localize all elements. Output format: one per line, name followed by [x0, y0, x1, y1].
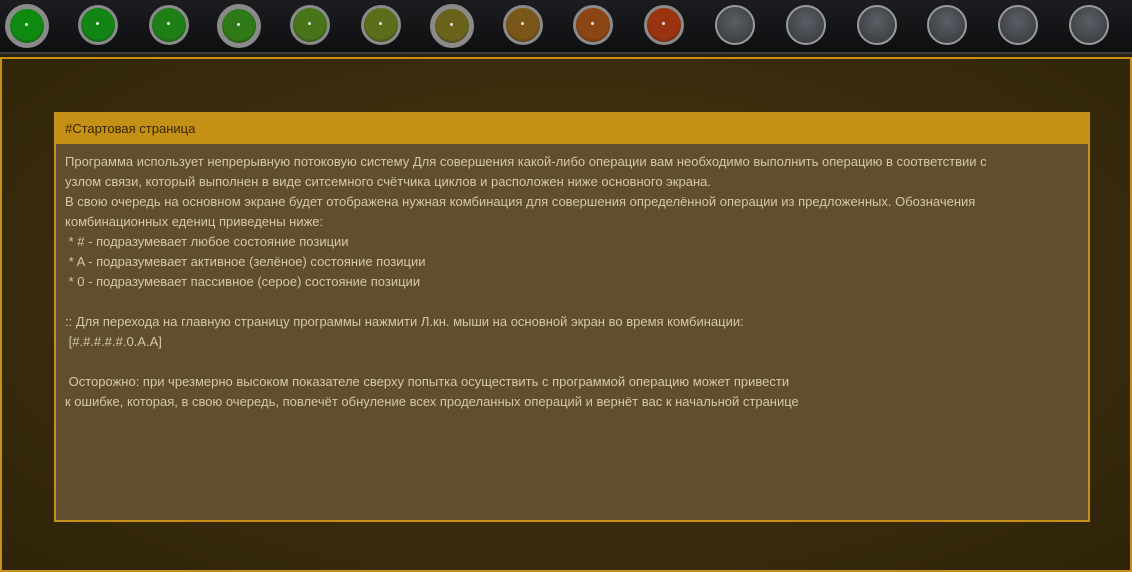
- led-5-indicator: [290, 5, 331, 45]
- body-line: Программа использует непрерывную потоков…: [65, 154, 987, 169]
- led-10-indicator: [644, 5, 685, 45]
- led-8-indicator: [502, 5, 543, 45]
- led-1-indicator: [5, 4, 49, 48]
- led-11-indicator: [715, 5, 755, 45]
- body-line: [65, 352, 1078, 372]
- body-line: узлом связи, который выполнен в виде сит…: [65, 174, 711, 189]
- window-title: #Стартовая страница: [56, 114, 1088, 144]
- led-13-indicator: [856, 5, 897, 45]
- body-line: Осторожно: при чрезмерно высоком показат…: [65, 374, 790, 389]
- led-2-indicator: [77, 5, 118, 45]
- led-6-indicator: [361, 5, 401, 45]
- led-12-indicator: [785, 5, 826, 45]
- main-screen[interactable]: #Стартовая страница Программа использует…: [0, 57, 1132, 572]
- window-body: Программа использует непрерывную потоков…: [56, 144, 1088, 412]
- led-4-indicator: [217, 4, 262, 48]
- led-14-indicator: [927, 5, 968, 45]
- body-line: комбинационных едениц приведены ниже:: [65, 214, 324, 229]
- body-line: * # - подразумевает любое состояние пози…: [65, 234, 349, 249]
- body-line: к ошибке, которая, в свою очередь, повле…: [65, 394, 799, 409]
- body-line: [65, 292, 1078, 312]
- led-16-indicator: [1069, 5, 1109, 45]
- led-9-indicator: [573, 5, 614, 45]
- body-line: * 0 - подразумевает пассивное (серое) со…: [65, 274, 421, 289]
- start-page-window: #Стартовая страница Программа использует…: [54, 112, 1090, 522]
- cycle-counter-bar: [0, 0, 1132, 54]
- body-line: :: Для перехода на главную страницу прог…: [65, 314, 744, 329]
- body-line: * A - подразумевает активное (зелёное) с…: [65, 254, 426, 269]
- led-7-indicator: [429, 4, 474, 48]
- body-line: В свою очередь на основном экране будет …: [65, 194, 976, 209]
- led-15-indicator: [998, 5, 1039, 45]
- body-line: [#.#.#.#.#.0.A.A]: [65, 334, 162, 349]
- led-3-indicator: [148, 5, 189, 45]
